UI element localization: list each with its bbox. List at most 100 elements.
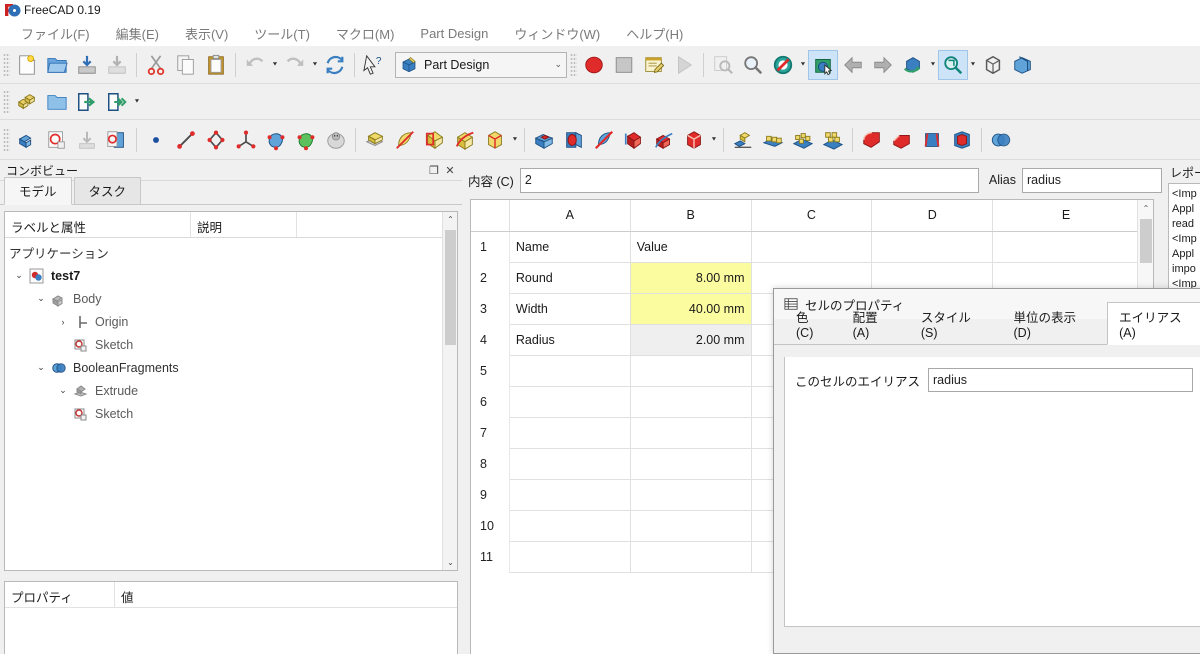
open-document-icon[interactable] [42,50,72,80]
whats-this-icon[interactable]: ? [359,50,389,80]
cell-a9[interactable] [509,479,631,511]
cell-b7[interactable] [630,417,752,449]
menu-part-design[interactable]: Part Design [407,23,501,44]
groove-icon[interactable] [589,125,619,155]
chevron-right-icon[interactable]: › [53,317,73,327]
tree-item-booleanfragments[interactable]: ⌄ BooleanFragments [5,356,457,379]
cell-e1[interactable] [992,231,1140,263]
cell-a8[interactable] [509,448,631,480]
row-header[interactable]: 4 [471,324,510,355]
cell-b9[interactable] [630,479,752,511]
pocket-icon[interactable] [529,125,559,155]
chevron-down-icon[interactable]: ⌄ [53,385,73,396]
cell-b2[interactable]: 8.00 mm [630,262,752,294]
toolbar-grip[interactable] [3,52,10,77]
cell-a6[interactable] [509,386,631,418]
fit-all-icon[interactable] [738,50,768,80]
cell-a7[interactable] [509,417,631,449]
draw-style-icon[interactable] [768,50,798,80]
menu-edit[interactable]: 編集(E) [103,21,172,46]
cell-b11[interactable] [630,541,752,573]
axonometric-view-icon[interactable] [898,50,928,80]
folder-create-icon[interactable] [42,87,72,117]
macro-stop-icon[interactable] [609,50,639,80]
export-dropdown-group-icon[interactable] [102,87,132,117]
tree-vertical-scrollbar[interactable]: ⌃ ⌄ [442,212,457,570]
nav-forward-icon[interactable] [868,50,898,80]
tab-alias[interactable]: エイリアス (A) [1107,302,1200,345]
sketch-create-icon[interactable] [42,125,72,155]
draft-icon[interactable] [917,125,947,155]
cell-a4[interactable]: Radius [509,324,631,356]
tree-item-application[interactable]: アプリケーション [5,241,457,264]
cell-d1[interactable] [871,231,994,263]
redo-dropdown-icon[interactable] [310,50,320,80]
sheep-icon[interactable] [321,125,351,155]
cell-a3[interactable]: Width [509,293,631,325]
scroll-up-icon[interactable]: ⌃ [443,212,457,227]
polyline-icon[interactable] [201,125,231,155]
export-dropdown-caret-icon[interactable] [132,87,142,117]
fit-selection-icon[interactable] [708,50,738,80]
row-header[interactable]: 3 [471,293,510,324]
tab-alignment[interactable]: 配置 (A) [841,302,909,344]
axonometric-dropdown-icon[interactable] [928,50,938,80]
column-header-e[interactable]: E [992,200,1140,232]
menu-macro[interactable]: マクロ(M) [323,21,408,46]
additive-box-dropdown-icon[interactable] [510,125,520,155]
additive-pipe-icon[interactable] [450,125,480,155]
cell-c1[interactable] [751,231,873,263]
row-header[interactable]: 5 [471,355,510,386]
nav-back-icon[interactable] [838,50,868,80]
tree-item-test7[interactable]: ⌄ test7 [5,264,457,287]
cell-a5[interactable] [509,355,631,387]
paste-icon[interactable] [201,50,231,80]
subtractive-pipe-icon[interactable] [649,125,679,155]
cell-a2[interactable]: Round [509,262,631,294]
column-header-d[interactable]: D [871,200,994,232]
tree-item-origin[interactable]: › Origin [5,310,457,333]
selection-view-icon[interactable] [808,49,838,80]
cell-b5[interactable] [630,355,752,387]
toolbar-grip[interactable] [570,52,577,77]
workbench-selector[interactable]: Part Design ⌄ [395,51,567,78]
line-icon[interactable] [171,125,201,155]
refresh-icon[interactable] [320,50,350,80]
row-header[interactable]: 2 [471,262,510,293]
cell-b8[interactable] [630,448,752,480]
scrollbar-thumb[interactable] [1140,219,1152,263]
sketch-validate-icon[interactable] [102,125,132,155]
linear-pattern-icon[interactable] [758,125,788,155]
row-header[interactable]: 10 [471,510,510,541]
menu-file[interactable]: ファイル(F) [8,21,103,46]
point-icon[interactable] [141,125,171,155]
pad-icon[interactable] [360,125,390,155]
cell-b1[interactable]: Value [630,231,752,263]
macro-edit-icon[interactable] [639,50,669,80]
new-document-icon[interactable] [12,50,42,80]
bounding-box-icon[interactable] [978,50,1008,80]
hole-icon[interactable] [559,125,589,155]
tree-item-extrude[interactable]: ⌄ Extrude [5,379,457,402]
column-header-c[interactable]: C [751,200,873,232]
toolbar-grip[interactable] [3,89,10,114]
copy-icon[interactable] [171,50,201,80]
bspline-blue-icon[interactable] [261,125,291,155]
chamfer-icon[interactable] [887,125,917,155]
cell-b6[interactable] [630,386,752,418]
cell-a10[interactable] [509,510,631,542]
bspline-green-icon[interactable] [291,125,321,155]
polar-pattern-icon[interactable] [788,125,818,155]
draw-style-dropdown-icon[interactable] [798,50,808,80]
undo-icon[interactable] [240,50,270,80]
multi-transform-icon[interactable] [818,125,848,155]
grid-corner[interactable] [471,200,510,232]
thickness-icon[interactable] [947,125,977,155]
loft-icon[interactable] [420,125,450,155]
column-header-a[interactable]: A [509,200,631,232]
sketch-attach-icon[interactable] [72,125,102,155]
row-header[interactable]: 6 [471,386,510,417]
chevron-down-icon[interactable]: ⌄ [9,270,29,281]
undo-dropdown-icon[interactable] [270,50,280,80]
row-header[interactable]: 11 [471,541,510,572]
